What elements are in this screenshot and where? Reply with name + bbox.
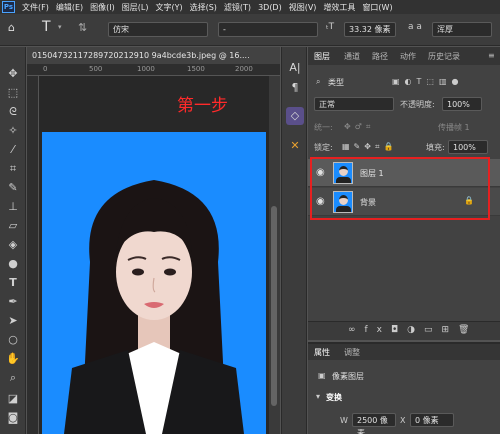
width-label: W — [340, 416, 348, 425]
anti-alias-icon: a a — [408, 22, 422, 32]
propagate-frame-checkbox[interactable]: 传播帧 1 — [438, 122, 470, 133]
move-tool-icon[interactable]: ✥ — [4, 65, 22, 82]
canvas[interactable]: 第一步 — [39, 76, 269, 434]
pixel-layer-icon: ▣ — [318, 371, 326, 380]
text-orientation-icon[interactable]: ⇅ — [78, 21, 87, 36]
font-family-select[interactable]: 仿宋 — [108, 22, 208, 37]
fill-label: 填充: — [426, 143, 445, 152]
text-tool-preset[interactable]: T — [42, 19, 51, 35]
eraser-tool-icon[interactable]: ▱ — [4, 217, 22, 234]
panel-menu-icon[interactable]: ≡ — [488, 51, 495, 60]
opacity-input[interactable]: 100% — [442, 97, 482, 111]
character-panel-icon[interactable]: A| — [286, 59, 304, 77]
menu-type[interactable]: 文字(Y) — [155, 2, 182, 13]
tab-layers[interactable]: 图层 — [314, 51, 330, 62]
type-tool-icon[interactable]: T — [4, 274, 22, 291]
photoshop-logo: Ps — [2, 1, 15, 13]
ruler-tick: 2000 — [235, 65, 253, 73]
menu-bar: Ps 文件(F) 编辑(E) 图像(I) 图层(L) 文字(Y) 选择(S) 滤… — [0, 0, 500, 14]
x-input[interactable]: 0 像素 — [410, 413, 454, 427]
lock-label: 锁定: — [314, 143, 333, 152]
anti-alias-select[interactable]: 浑厚 — [432, 22, 492, 37]
collapse-icon[interactable]: ▾ — [316, 392, 320, 401]
menu-select[interactable]: 选择(S) — [190, 2, 217, 13]
layer-highlight-box — [310, 157, 490, 220]
tab-channels[interactable]: 通道 — [344, 51, 360, 62]
quick-mask-icon[interactable]: ◙ — [4, 409, 22, 426]
fill-input[interactable]: 100% — [448, 140, 488, 154]
color-swatches-icon[interactable]: ◪ — [4, 390, 22, 407]
menu-3d[interactable]: 3D(D) — [258, 3, 282, 12]
path-select-tool-icon[interactable]: ➤ — [4, 312, 22, 329]
layer-type-label: 像素图层 — [332, 372, 364, 381]
opacity-label: 不透明度: — [400, 100, 435, 109]
lasso-tool-icon[interactable]: ᘓ — [4, 103, 22, 120]
quick-select-tool-icon[interactable]: ✧ — [4, 122, 22, 139]
menu-window[interactable]: 窗口(W) — [362, 2, 392, 13]
eyedropper-tool-icon[interactable]: ⁄ — [4, 141, 22, 158]
home-icon[interactable]: ⌂ — [8, 21, 15, 36]
paragraph-panel-icon[interactable]: ¶ — [286, 79, 304, 97]
hand-tool-icon[interactable]: ✋ — [4, 350, 22, 367]
menu-filter[interactable]: 滤镜(T) — [224, 2, 251, 13]
font-style-select[interactable]: - — [218, 22, 318, 37]
tab-adjustments[interactable]: 调整 — [344, 347, 360, 358]
tab-paths[interactable]: 路径 — [372, 51, 388, 62]
portrait-photo — [64, 180, 244, 434]
tools-panel-icon[interactable]: ✕ — [286, 137, 304, 155]
document-tab[interactable]: 01504732117289720212910 9a4bcde3b.jpeg @… — [27, 47, 280, 64]
layer-actions-icons[interactable]: ∞fx◘◑▭⊞🗑 — [348, 325, 478, 335]
transform-section-title: 变换 — [326, 393, 342, 402]
properties-tabs: 属性 调整 — [308, 344, 500, 360]
font-size-icon: ₜT — [326, 22, 335, 32]
width-input[interactable]: 2500 像素 — [352, 413, 396, 434]
menu-file[interactable]: 文件(F) — [22, 2, 49, 13]
font-size-input[interactable]: 33.32 像素 — [344, 22, 396, 37]
ellipse-tool-icon[interactable]: ○ — [4, 331, 22, 348]
properties-panel: 属性 调整 ▣ 像素图层 ▾ 变换 W 2500 像素 X 0 像素 — [308, 342, 500, 434]
layer-filter-icons[interactable]: ▣◐T⬚▥● — [392, 77, 464, 86]
photo-background — [42, 132, 266, 434]
x-label: X — [400, 416, 406, 425]
ruler-tick: 500 — [89, 65, 103, 73]
marquee-tool-icon[interactable]: ⬚ — [4, 84, 22, 101]
blend-mode-select[interactable]: 正常 — [314, 97, 394, 111]
layers-panel-footer: ∞fx◘◑▭⊞🗑 — [308, 321, 500, 340]
pen-tool-icon[interactable]: ✒ — [4, 293, 22, 310]
collapsed-panels: A| ¶ ◇ ✕ — [281, 47, 307, 434]
ruler-tick: 1000 — [137, 65, 155, 73]
ruler-horizontal: 0 500 1000 1500 2000 — [27, 64, 280, 76]
search-icon: ⌕ — [316, 77, 321, 86]
tab-history[interactable]: 历史记录 — [428, 51, 460, 62]
paint-bucket-tool-icon[interactable]: ◈ — [4, 236, 22, 253]
menu-edit[interactable]: 编辑(E) — [56, 2, 83, 13]
brush-tool-icon[interactable]: ✎ — [4, 179, 22, 196]
ruler-vertical — [27, 76, 39, 434]
lock-icons[interactable]: ▦✎✥⌗🔒 — [342, 142, 397, 152]
ruler-tick: 1500 — [187, 65, 205, 73]
layers-panel-tabs: 图层 通道 路径 动作 历史记录 ≡ — [308, 47, 500, 65]
libraries-panel-icon[interactable]: ◇ — [286, 107, 304, 125]
menu-view[interactable]: 视图(V) — [289, 2, 317, 13]
tab-actions[interactable]: 动作 — [400, 51, 416, 62]
ruler-tick: 0 — [43, 65, 48, 73]
stamp-tool-icon[interactable]: ⊥ — [4, 198, 22, 215]
vertical-scrollbar[interactable] — [269, 76, 280, 434]
crop-tool-icon[interactable]: ⌗ — [4, 160, 22, 177]
menu-image[interactable]: 图像(I) — [90, 2, 115, 13]
dodge-tool-icon[interactable]: ● — [4, 255, 22, 272]
scrollbar-thumb[interactable] — [271, 206, 277, 406]
options-bar: ⌂ T ▾ ⇅ 仿宋 - ₜT 33.32 像素 a a 浑厚 — [0, 14, 500, 46]
tools-panel: ✥ ⬚ ᘓ ✧ ⁄ ⌗ ✎ ⊥ ▱ ◈ ● T ✒ ➤ ○ ✋ ⌕ ◪ ◙ — [0, 47, 26, 434]
zoom-tool-icon[interactable]: ⌕ — [4, 369, 22, 386]
tab-properties[interactable]: 属性 — [314, 347, 330, 358]
canvas-annotation: 第一步 — [177, 96, 228, 116]
chevron-down-icon[interactable]: ▾ — [58, 23, 62, 38]
menu-layer[interactable]: 图层(L) — [122, 2, 149, 13]
menu-plugins[interactable]: 增效工具 — [323, 2, 355, 13]
filter-type-select[interactable]: 类型 — [328, 77, 344, 88]
unify-label: 统一: — [314, 123, 333, 132]
unify-icons[interactable]: ✥♂⌗ — [344, 122, 374, 132]
